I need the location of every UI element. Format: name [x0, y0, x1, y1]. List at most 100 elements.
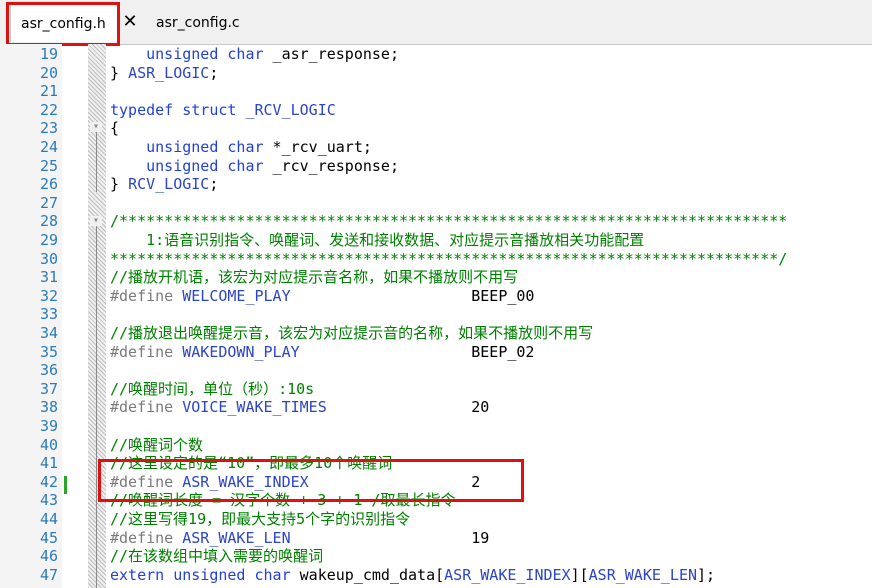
line-code: ****************************************…	[110, 250, 787, 269]
code-token: RCV_LOGIC	[128, 175, 210, 194]
line-code: unsigned char _asr_response;	[110, 45, 399, 64]
line-code: } RCV_LOGIC;	[110, 175, 218, 194]
code-token: ASR_LOGIC	[128, 63, 210, 82]
line-code: extern unsigned char wakeup_cmd_data[ASR…	[110, 566, 715, 585]
code-line: 27	[0, 194, 872, 213]
code-token: ****************************************…	[110, 249, 788, 268]
code-token: ASR_WAKE_LEN	[182, 528, 291, 547]
line-code: #define WELCOME_PLAY BEEP_00	[110, 287, 534, 306]
line-code: #define WAKEDOWN_PLAY BEEP_02	[110, 343, 534, 362]
line-code: typedef struct _RCV_LOGIC	[110, 101, 336, 120]
line-code: //播放退出唤醒提示音，该宏为对应提示音的名称，如果不播放则不用写	[110, 324, 593, 343]
line-number: 29	[39, 231, 58, 249]
code-token: 1:语音识别指令、唤醒词、发送和接收数据、对应提示音播放相关功能配置	[110, 231, 645, 249]
code-token: #define	[110, 398, 183, 417]
code-line: 21	[0, 82, 872, 101]
code-token: #define	[110, 286, 183, 305]
line-code: unsigned char _rcv_response;	[110, 157, 399, 176]
line-number: 34	[39, 324, 58, 342]
code-token: WAKEDOWN_PLAY	[182, 342, 300, 361]
code-token: typedef	[110, 100, 174, 119]
code-token: ;	[209, 63, 219, 82]
code-token: }	[110, 175, 129, 194]
code-line: 45 #define ASR_WAKE_LEN 19	[0, 529, 872, 548]
code-line: 43 //唤醒词长度 = 汉字个数 + 3 + 1 /取最长指令	[0, 491, 872, 510]
code-token: #define	[110, 472, 183, 491]
code-line: 19 unsigned char _asr_response;	[0, 45, 872, 64]
code-token: wakeup_cmd_data[	[290, 565, 445, 584]
line-number: 45	[39, 528, 58, 547]
code-token: 20	[326, 398, 490, 417]
code-line: 46 //在该数组中填入需要的唤醒词	[0, 547, 872, 566]
line-code: //这里设定的是“10”，即最多10个唤醒词	[110, 454, 392, 473]
line-code: #define VOICE_WAKE_TIMES 20	[110, 398, 489, 417]
code-token: char	[254, 565, 291, 584]
code-token: extern	[110, 565, 165, 584]
code-line: 30 **************************************…	[0, 250, 872, 269]
line-number: 47	[39, 565, 58, 584]
code-line: 39	[0, 417, 872, 436]
line-number: 43	[39, 491, 58, 510]
line-number: 38	[39, 398, 58, 417]
tab-asr-config-h[interactable]: asr_config.h	[10, 4, 120, 42]
close-icon[interactable]: ✕	[120, 8, 140, 36]
code-token: _asr_response;	[263, 45, 399, 63]
code-token: ASR_WAKE_INDEX	[182, 472, 309, 491]
code-line: 36	[0, 361, 872, 380]
code-editor[interactable]: ▾ ▾ 19 unsigned char _asr_response; 20} A…	[0, 44, 872, 588]
code-token: *_rcv_uart;	[263, 138, 372, 156]
code-token: ][	[570, 565, 589, 584]
code-line: 32 #define WELCOME_PLAY BEEP_00	[0, 287, 872, 306]
code-token: ;	[209, 175, 219, 194]
code-line: 26} RCV_LOGIC;	[0, 175, 872, 194]
tab-label: asr_config.h	[21, 15, 106, 32]
code-line: 40 //唤醒词个数	[0, 436, 872, 455]
line-code: 1:语音识别指令、唤醒词、发送和接收数据、对应提示音播放相关功能配置	[110, 231, 644, 250]
line-number: 36	[39, 361, 58, 380]
code-line: 37 //唤醒时间，单位（秒）:10s	[0, 380, 872, 399]
line-number: 27	[39, 193, 58, 212]
line-number: 37	[39, 379, 58, 398]
line-code: /***************************************…	[110, 212, 787, 231]
code-line: 38 #define VOICE_WAKE_TIMES 20	[0, 398, 872, 417]
code-token: //播放开机语，该宏为对应提示音名称，如果不播放则不用写	[110, 268, 519, 287]
line-number: 33	[39, 305, 58, 324]
line-number: 30	[39, 249, 58, 268]
code-token: unsigned	[146, 156, 219, 175]
line-number: 32	[39, 286, 58, 305]
line-code: //唤醒时间，单位（秒）:10s	[110, 380, 314, 399]
code-token: unsigned	[146, 45, 219, 63]
code-token: ];	[697, 565, 716, 584]
line-number: 28	[39, 212, 58, 231]
code-token: _rcv_response;	[263, 156, 399, 175]
code-line: 42 #define ASR_WAKE_INDEX 2	[0, 473, 872, 492]
code-token: #define	[110, 528, 183, 547]
code-token: BEEP_02	[299, 342, 535, 361]
line-code: unsigned char *_rcv_uart;	[110, 138, 372, 157]
line-number: 26	[39, 175, 58, 194]
code-line: 23 {	[0, 119, 872, 138]
code-token: ASR_WAKE_INDEX	[444, 565, 571, 584]
code-token: //唤醒词长度 = 汉字个数 + 3 + 1 /取最长指令	[110, 491, 456, 510]
code-line: 34 //播放退出唤醒提示音，该宏为对应提示音的名称，如果不播放则不用写	[0, 324, 872, 343]
code-token: VOICE_WAKE_TIMES	[182, 398, 327, 417]
line-code: #define ASR_WAKE_LEN 19	[110, 529, 489, 548]
line-number: 46	[39, 547, 58, 566]
tab-asr-config-c[interactable]: asr_config.c	[146, 4, 266, 42]
editor-tab-bar: asr_config.h ✕ asr_config.c	[0, 0, 872, 45]
line-number: 44	[39, 510, 58, 528]
code-token: //唤醒词个数	[110, 435, 204, 454]
line-code: {	[110, 119, 119, 138]
line-number: 19	[39, 45, 58, 63]
line-code: } ASR_LOGIC;	[110, 64, 218, 83]
code-token: {	[110, 119, 120, 138]
line-number: 31	[39, 268, 58, 287]
code-token: #define	[110, 342, 183, 361]
line-number: 42	[39, 472, 58, 491]
code-token: char	[227, 138, 264, 156]
code-token: char	[227, 156, 264, 175]
